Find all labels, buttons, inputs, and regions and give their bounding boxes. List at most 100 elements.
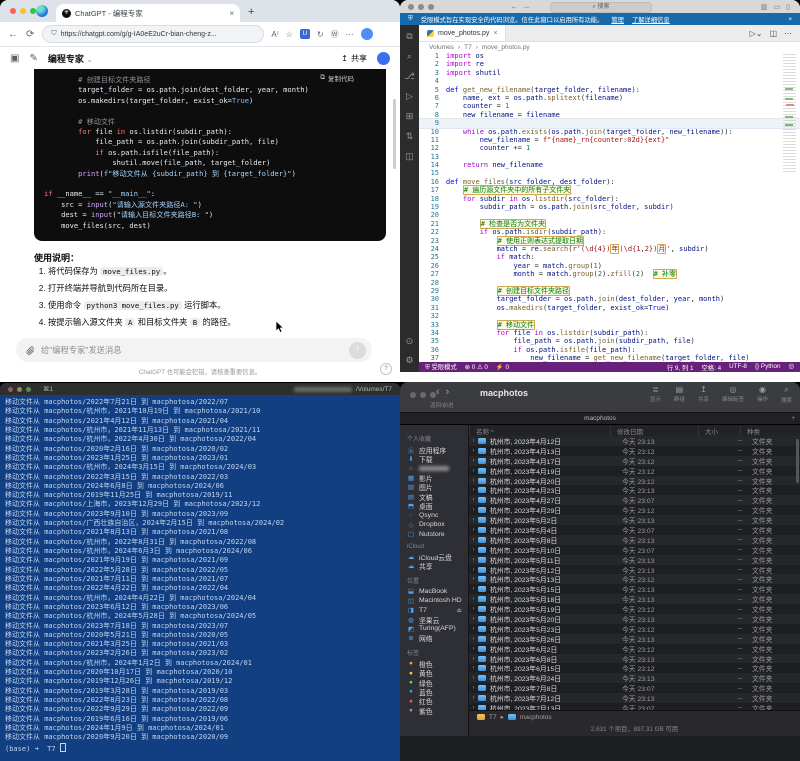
account-avatar[interactable] <box>377 52 390 65</box>
path-item[interactable]: macphotos <box>520 714 552 721</box>
view-icon[interactable]: ≣显示 <box>650 385 661 404</box>
sidebar-item-紫色[interactable]: ●紫色 <box>407 706 468 715</box>
table-row[interactable]: ›杭州市, 2023年4月19日今天 23:12--文件夹 <box>469 466 800 476</box>
new-tab-button[interactable]: + <box>248 6 254 18</box>
path-bar[interactable]: T7▸macphotos <box>469 710 800 723</box>
code-line[interactable]: 35 file_path = os.path.join(subdir_path,… <box>419 337 800 345</box>
code-line[interactable]: 2import re <box>419 60 800 68</box>
code-line[interactable]: 5def get_new_filename(target_folder, fil… <box>419 86 800 94</box>
path-item[interactable]: T7 <box>489 714 497 721</box>
explorer-icon[interactable]: ⧉ <box>406 31 412 42</box>
close-window-button[interactable] <box>8 387 13 392</box>
disclosure-icon[interactable]: › <box>469 438 478 444</box>
split-editor-icon[interactable]: ◫ <box>769 29 777 38</box>
code-line[interactable]: 11 new_filename = f"{name}_rn{counter:02… <box>419 136 800 144</box>
sidebar-item-蓝色[interactable]: ●蓝色 <box>407 687 468 696</box>
sidebar-item-T7[interactable]: ◨T7⏏ <box>407 605 468 614</box>
disclosure-icon[interactable]: › <box>469 616 478 622</box>
table-row[interactable]: ›杭州市, 2023年5月15日今天 23:13--文件夹 <box>469 584 800 594</box>
code-line[interactable]: 34 for file in os.listdir(subdir_path): <box>419 329 800 337</box>
editor-tab[interactable]: move_photos.py × <box>419 25 506 41</box>
more-actions-icon[interactable]: ⋯ <box>784 29 792 38</box>
table-row[interactable]: ›杭州市, 2023年5月10日今天 23:07--文件夹 <box>469 545 800 555</box>
disclosure-icon[interactable]: › <box>469 596 478 602</box>
remote-explorer-icon[interactable]: ⇅ <box>406 131 414 142</box>
code-line[interactable]: 15 <box>419 169 800 177</box>
table-row[interactable]: ›杭州市, 2023年6月24日今天 23:13--文件夹 <box>469 673 800 683</box>
learn-more-link[interactable]: 了解详细信息 <box>632 15 670 24</box>
layout-toggle-icons[interactable]: ▥ ▭ ▯ <box>761 3 792 11</box>
code-line[interactable]: 12 counter += 1 <box>419 144 800 152</box>
disclosure-icon[interactable]: › <box>469 527 478 533</box>
manage-link[interactable]: 管理 <box>611 15 624 24</box>
zoom-window-button[interactable] <box>26 387 31 392</box>
code-line[interactable]: 30 target_folder = os.path.join(dest_fol… <box>419 295 800 303</box>
breadcrumb-item[interactable]: Volumes <box>429 44 454 51</box>
sidebar-item-Dropbox[interactable]: ◇Dropbox <box>407 520 468 529</box>
breadcrumb-item[interactable]: move_photos.py <box>482 44 530 51</box>
extension-ublock-icon[interactable]: U <box>300 29 310 39</box>
table-row[interactable]: ›杭州市, 2023年6月8日今天 23:13--文件夹 <box>469 654 800 664</box>
sidebar-item-文稿[interactable]: ▤文稿 <box>407 492 468 501</box>
close-window-button[interactable] <box>410 392 416 398</box>
finder-tabbar[interactable]: macphotos+ <box>400 413 800 425</box>
problems-status[interactable]: ⊗ 0 ⚠ 0 <box>465 364 488 371</box>
docker-icon[interactable]: ◫ <box>405 151 414 162</box>
share-button[interactable]: ↥共享 <box>341 53 367 64</box>
search-icon[interactable]: ⌕ <box>407 51 412 62</box>
column-header-3[interactable]: 种类 <box>740 426 800 436</box>
table-row[interactable]: ›杭州市, 2023年5月8日今天 23:13--文件夹 <box>469 535 800 545</box>
disclosure-icon[interactable]: › <box>469 547 478 553</box>
table-row[interactable]: ›杭州市, 2023年5月2日今天 23:13--文件夹 <box>469 515 800 525</box>
disclosure-icon[interactable]: › <box>469 487 478 493</box>
code-line[interactable]: 18 for subdir in os.listdir(src_folder): <box>419 195 800 203</box>
restricted-mode-status[interactable]: ⛨ 受限模式 <box>425 362 457 372</box>
browser-profile-avatar[interactable] <box>361 28 373 40</box>
code-line[interactable]: 3import shutil <box>419 69 800 77</box>
disclosure-icon[interactable]: › <box>469 458 478 464</box>
send-button[interactable]: ↑ <box>349 342 366 359</box>
sidebar-item-绿色[interactable]: ●绿色 <box>407 678 468 687</box>
zoom-window-button[interactable] <box>428 4 434 10</box>
new-chat-icon[interactable]: ✎ <box>29 53 37 64</box>
extension-wallet-icon[interactable]: Ⓦ <box>331 29 339 40</box>
close-tab-icon[interactable]: × <box>229 9 234 18</box>
sidebar-item-坚果云[interactable]: ◍坚果云 <box>407 615 468 624</box>
table-row[interactable]: ›杭州市, 2023年5月4日今天 23:07--文件夹 <box>469 525 800 535</box>
table-row[interactable]: ›杭州市, 2023年5月13日今天 23:12--文件夹 <box>469 574 800 584</box>
code-line[interactable]: 33 # 移动文件 <box>419 321 800 329</box>
sidebar-item-MacBook[interactable]: ⬓MacBook <box>407 587 468 596</box>
table-row[interactable]: ›杭州市, 2023年7月8日今天 23:07--文件夹 <box>469 683 800 693</box>
cursor-position[interactable]: 行 9, 列 1 <box>667 363 694 372</box>
disclosure-icon[interactable]: › <box>469 567 478 573</box>
sidebar-item-红色[interactable]: ●红色 <box>407 697 468 706</box>
code-line[interactable]: 10 while os.path.exists(os.path.join(tar… <box>419 128 800 136</box>
disclosure-icon[interactable]: › <box>469 478 478 484</box>
disclosure-icon[interactable]: › <box>469 517 478 523</box>
browser-tab[interactable]: ✳ ChatGPT - 编程专家 × <box>56 4 240 22</box>
eject-icon[interactable]: ⏏ <box>456 607 462 614</box>
action-icon[interactable]: ◉操作 <box>757 385 768 404</box>
table-row[interactable]: ›杭州市, 2023年5月11日今天 23:13--文件夹 <box>469 555 800 565</box>
table-row[interactable]: ›杭州市, 2023年4月20日今天 23:12--文件夹 <box>469 476 800 486</box>
settings-gear-icon[interactable]: ⚙ <box>405 355 413 366</box>
minimap[interactable] <box>783 54 796 174</box>
table-row[interactable]: ›杭州市, 2023年5月23日今天 23:12--文件夹 <box>469 624 800 634</box>
table-row[interactable]: ›杭州市, 2023年4月17日今天 23:12--文件夹 <box>469 456 800 466</box>
group-icon[interactable]: ▤群组 <box>674 385 685 404</box>
minimize-window-button[interactable] <box>418 4 424 10</box>
disclosure-icon[interactable]: › <box>469 537 478 543</box>
command-center[interactable]: ⌕ 搜索 <box>550 2 652 13</box>
code-line[interactable]: 14 return new_filename <box>419 161 800 169</box>
disclosure-icon[interactable]: › <box>469 576 478 582</box>
more-options-icon[interactable]: ⋯ <box>346 30 354 39</box>
column-header-0[interactable]: 名称 ^ <box>469 426 610 436</box>
code-line[interactable]: 21 # 检查是否为文件夹 <box>419 220 800 228</box>
code-line[interactable]: 7 counter = 1 <box>419 102 800 110</box>
code-line[interactable]: 24 match = re.search(r'(\d{4})年(\d{1,2})… <box>419 245 800 253</box>
code-editor[interactable]: 1import os2import re3import shutil45def … <box>419 52 800 372</box>
composer-placeholder[interactable]: 给"编程专家"发送消息 <box>41 344 122 356</box>
disclosure-icon[interactable]: › <box>469 468 478 474</box>
table-row[interactable]: ›杭州市, 2023年5月26日今天 23:13--文件夹 <box>469 634 800 644</box>
disclosure-icon[interactable]: › <box>469 695 478 701</box>
